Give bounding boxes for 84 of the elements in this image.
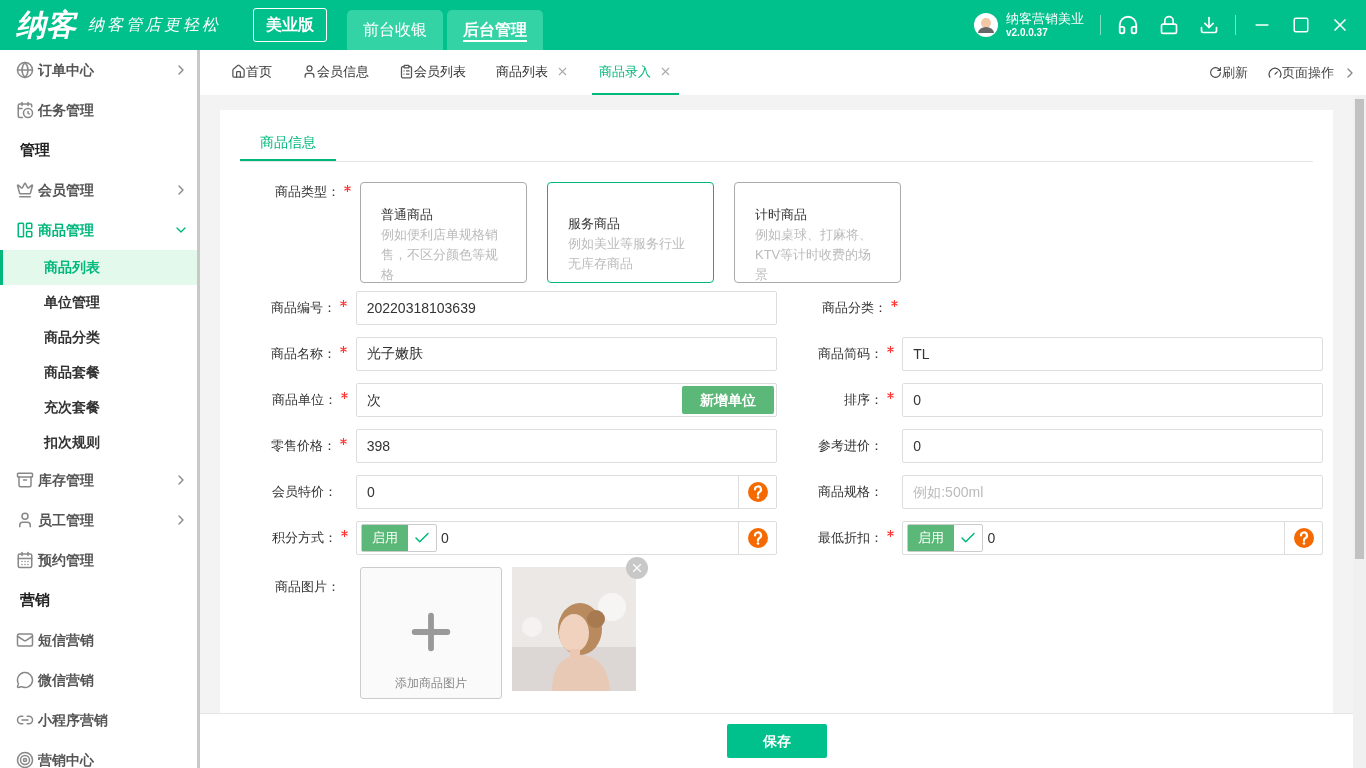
- sidebar-item[interactable]: 任务管理: [0, 90, 197, 130]
- tab-icon: [231, 64, 246, 79]
- input-field[interactable]: 启用 0: [355, 521, 777, 555]
- menu-icon: [16, 631, 34, 649]
- field-label: 积分方式：: [271, 529, 337, 548]
- gauge-icon: [1268, 65, 1282, 80]
- tab-icon: [302, 64, 317, 79]
- add-image-button[interactable]: 添加商品图片: [360, 567, 502, 699]
- sidebar-item[interactable]: 微信营销: [0, 660, 197, 700]
- input-field[interactable]: 398: [355, 429, 777, 463]
- download-icon[interactable]: [1199, 15, 1219, 35]
- field-label: 商品规格：: [817, 483, 883, 502]
- user-name: 纳客营销美业: [1006, 10, 1084, 27]
- avatar-icon: [974, 13, 998, 37]
- type-option-card[interactable]: 普通商品 例如便利店单规格销售，不区分颜色等规格: [360, 182, 527, 283]
- help-icon[interactable]: [1293, 528, 1314, 548]
- remove-image-button[interactable]: [626, 557, 648, 579]
- page-tab[interactable]: 会员列表: [392, 50, 473, 95]
- field-label: 商品类型：: [275, 183, 340, 201]
- help-icon[interactable]: [747, 482, 768, 502]
- field-label: 最低折扣：: [818, 529, 884, 548]
- support-icon[interactable]: [1117, 14, 1139, 36]
- field-label: 会员特价：: [271, 483, 337, 502]
- field-label: 商品名称：: [271, 345, 337, 364]
- field-label: 参考进价：: [817, 437, 883, 456]
- type-option-card[interactable]: 计时商品 例如桌球、打麻将、KTV等计时收费的场景: [734, 182, 901, 283]
- help-icon[interactable]: [747, 528, 768, 548]
- page-tab[interactable]: 首页: [224, 50, 279, 95]
- field-label: 商品分类：: [822, 299, 887, 318]
- input-field[interactable]: 光子嫩肤: [355, 337, 777, 371]
- input-field[interactable]: 0: [902, 383, 1323, 417]
- page-tab[interactable]: 会员信息: [295, 50, 376, 95]
- menu-icon: [16, 181, 34, 199]
- input-field[interactable]: 20220318103639: [355, 291, 777, 325]
- edition-badge: 美业版: [253, 8, 327, 42]
- sidebar-item[interactable]: 营销中心: [0, 740, 197, 768]
- menu-icon: [16, 551, 34, 569]
- close-tab-icon[interactable]: [556, 65, 569, 78]
- menu-icon: [16, 471, 34, 489]
- page-tab[interactable]: 商品列表: [489, 50, 576, 95]
- page-action[interactable]: 页面操作: [1268, 62, 1334, 83]
- input-field[interactable]: 次 新增单位: [355, 383, 777, 417]
- menu-icon: [16, 61, 34, 79]
- close-tab-icon[interactable]: [659, 65, 672, 78]
- sidebar-item[interactable]: 员工管理: [0, 500, 197, 540]
- sidebar-item[interactable]: 预约管理: [0, 540, 197, 580]
- logo: 纳客: [16, 10, 76, 40]
- tab-icon: [399, 64, 414, 79]
- sidebar-subitem[interactable]: 单位管理: [0, 285, 197, 320]
- field-label: 排序：: [843, 391, 883, 410]
- refresh-icon: [1209, 66, 1222, 79]
- sidebar-section-title: 管理: [19, 139, 51, 160]
- close-icon: [630, 561, 644, 575]
- field-label: 商品编号：: [271, 299, 337, 318]
- input-field[interactable]: 0: [355, 475, 777, 509]
- menu-icon: [16, 511, 34, 529]
- field-label: 商品单位：: [271, 391, 337, 410]
- menu-icon: [16, 751, 34, 768]
- sidebar-subitem[interactable]: 商品分类: [0, 320, 197, 355]
- menu-icon: [16, 221, 34, 239]
- sidebar-item[interactable]: 订单中心: [0, 50, 197, 90]
- app-version: v2.0.0.37: [1006, 26, 1049, 40]
- sidebar-item[interactable]: 短信营销: [0, 620, 197, 660]
- sidebar-subitem[interactable]: 充次套餐: [0, 390, 197, 425]
- sidebar-subitem[interactable]: 扣次规则: [0, 425, 197, 460]
- menu-icon: [16, 671, 34, 689]
- page-action[interactable]: 刷新: [1209, 62, 1248, 83]
- input-field[interactable]: 0: [902, 429, 1323, 463]
- sidebar-section-title: 营销: [19, 589, 51, 610]
- menu-icon: [16, 101, 34, 119]
- field-label: 零售价格：: [271, 437, 337, 456]
- input-field[interactable]: 例如:500ml: [902, 475, 1323, 509]
- sidebar-item[interactable]: 库存管理: [0, 460, 197, 500]
- sidebar-item[interactable]: 小程序营销: [0, 700, 197, 740]
- type-option-card[interactable]: 服务商品 例如美业等服务行业无库存商品: [547, 182, 714, 283]
- lock-icon[interactable]: [1159, 15, 1179, 35]
- field-label: 商品图片：: [275, 578, 340, 596]
- maximize-icon[interactable]: [1292, 16, 1310, 34]
- field-label: 商品简码：: [817, 345, 883, 364]
- slogan: 纳客管店更轻松: [88, 14, 221, 36]
- sidebar-subitem[interactable]: 商品套餐: [0, 355, 197, 390]
- input-field[interactable]: TL: [902, 337, 1323, 371]
- input-field[interactable]: 启用 0: [902, 521, 1323, 555]
- sidebar-item[interactable]: 会员管理: [0, 170, 197, 210]
